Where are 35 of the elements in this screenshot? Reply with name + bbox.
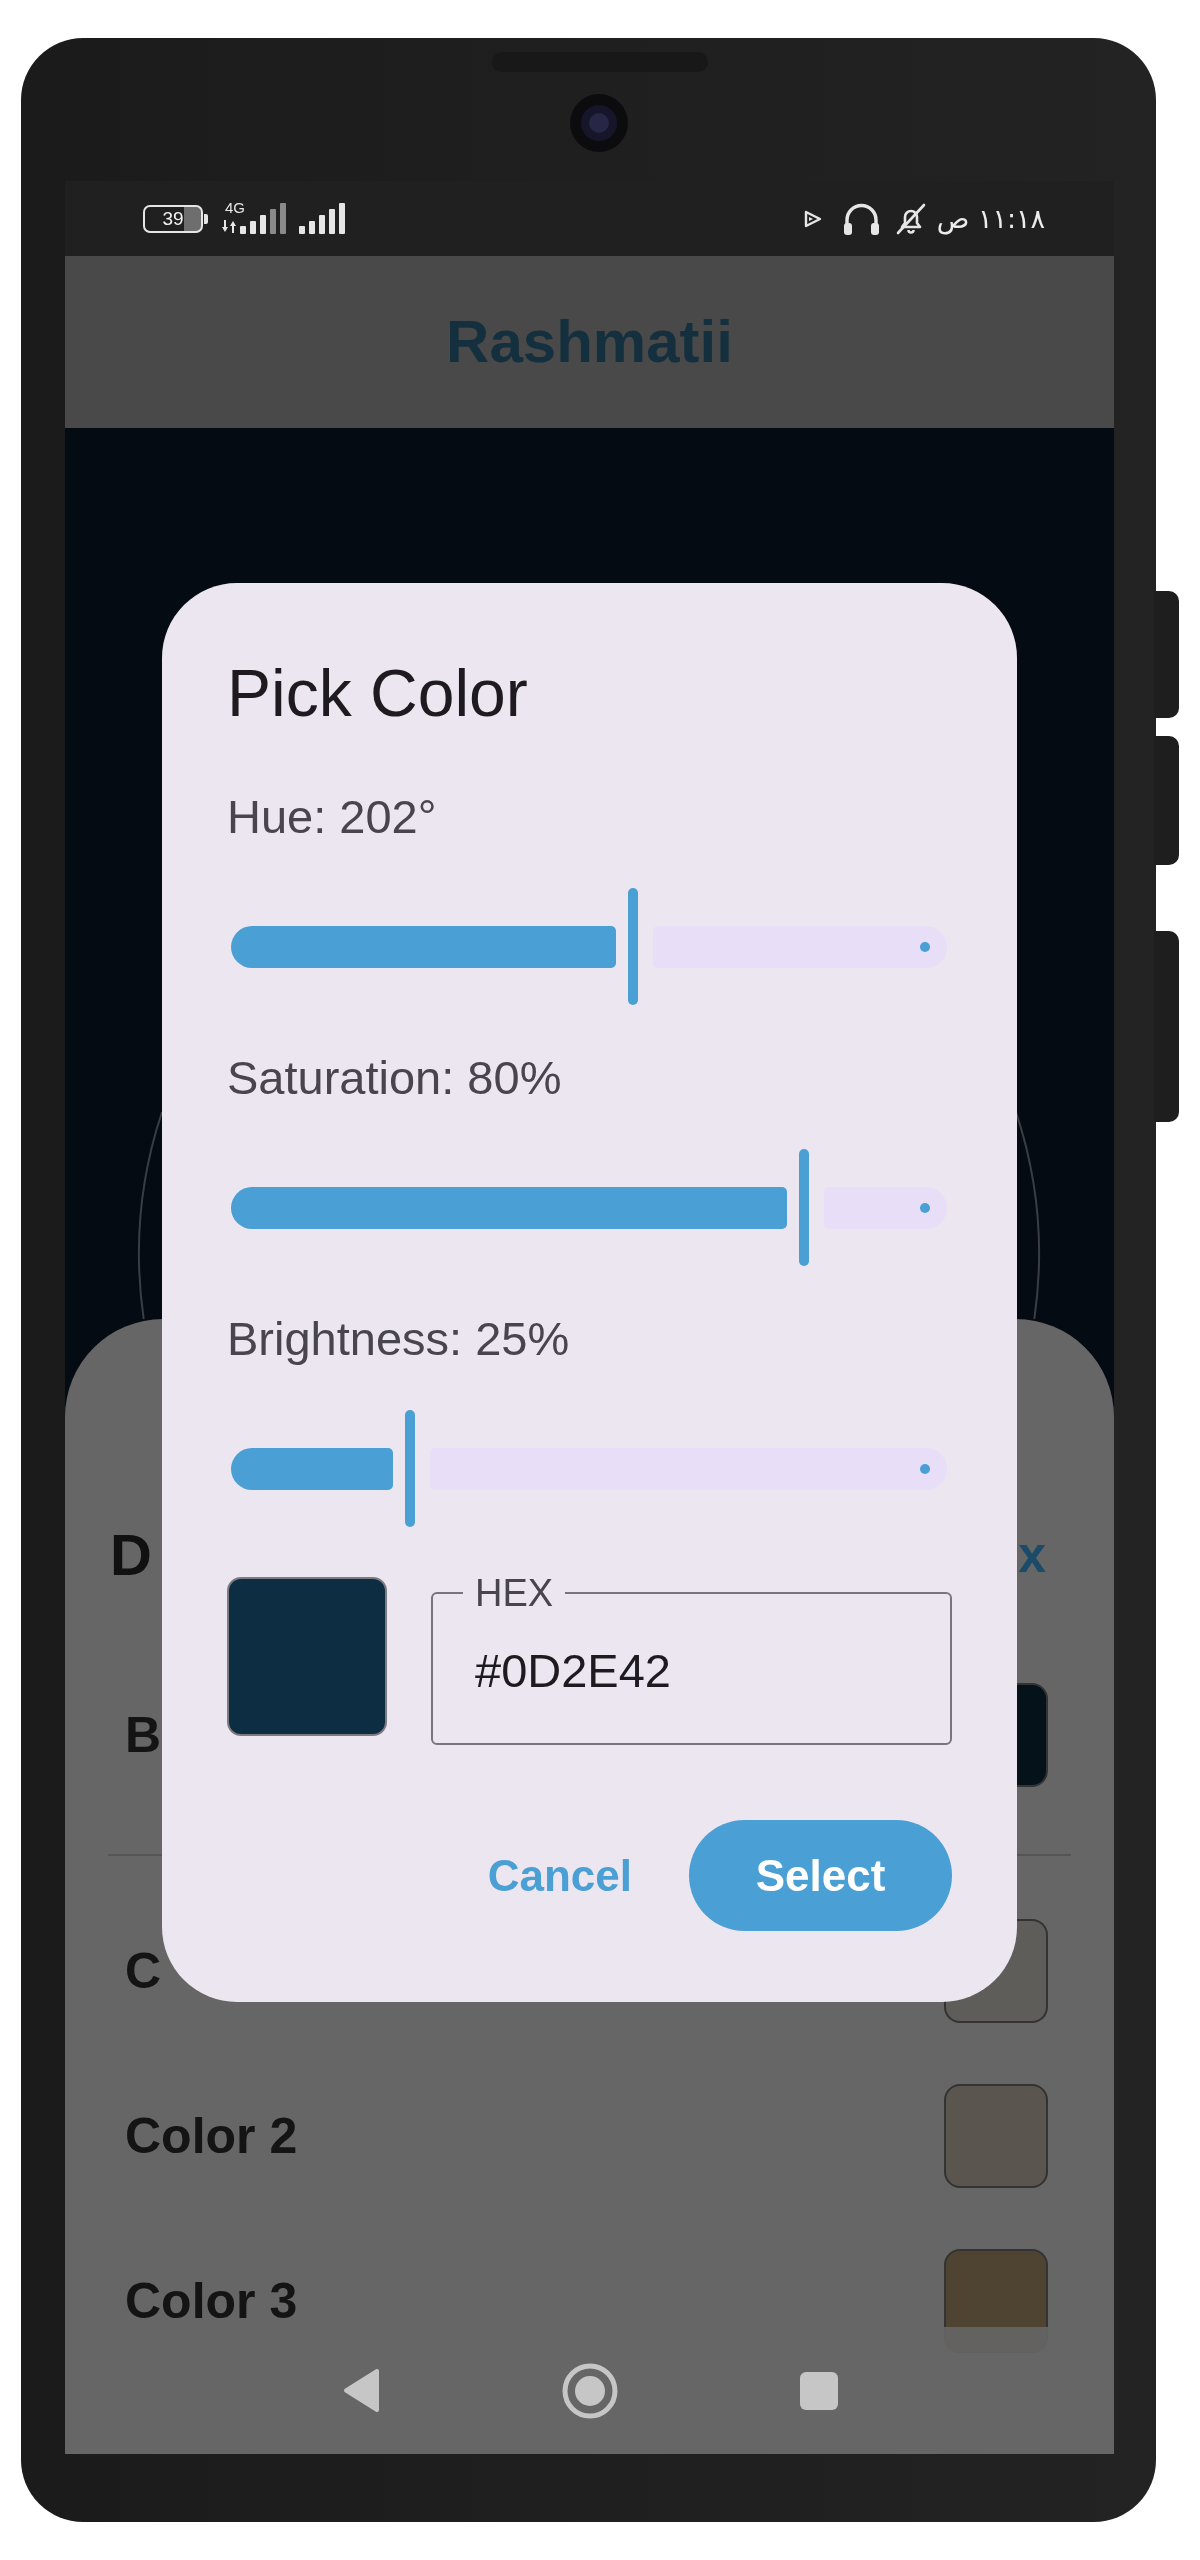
signal-bars-icon (299, 203, 346, 234)
header-action-link[interactable]: x (1018, 1525, 1046, 1585)
dialog-title: Pick Color (227, 655, 529, 732)
home-icon[interactable] (561, 2362, 618, 2419)
status-time: ١١:١٨ ص (936, 202, 1045, 235)
slider[interactable] (231, 1410, 947, 1527)
slider[interactable] (231, 888, 947, 1005)
recents-icon[interactable] (799, 2371, 838, 2410)
network-type-label: 4G (225, 200, 245, 215)
end-dot-icon (920, 1463, 930, 1474)
slider-thumb[interactable] (627, 888, 638, 1005)
row-label: Color 2 (125, 2110, 298, 2161)
slider-thumb[interactable] (405, 1410, 415, 1527)
battery-level-text: 39 (162, 208, 184, 229)
end-dot-icon (920, 1202, 930, 1213)
back-icon[interactable] (342, 2368, 379, 2413)
headphones-icon (842, 202, 880, 235)
slider[interactable] (231, 1149, 947, 1266)
select-button[interactable]: Select (689, 1820, 952, 1931)
play-icon (803, 209, 822, 228)
end-dot-icon (920, 941, 930, 952)
row-label: B (125, 1710, 162, 1760)
cancel-button[interactable]: Cancel (459, 1820, 660, 1931)
slider-label: Brightness: 25% (227, 1311, 571, 1367)
data-arrows-icon (222, 219, 236, 234)
slider-label: Hue: 202° (227, 789, 438, 845)
slider-label: Saturation: 80% (227, 1050, 563, 1106)
floating-label: HEX (474, 1571, 555, 1615)
sheet-title: D (110, 1522, 152, 1588)
hex-input[interactable]: #0D2E42 (475, 1640, 930, 1700)
color-swatch-icon[interactable] (944, 2083, 1048, 2188)
front-camera (570, 94, 628, 152)
slider-thumb[interactable] (798, 1149, 809, 1266)
row-label: C (125, 1945, 162, 1996)
row-label: Color 3 (125, 2275, 298, 2326)
